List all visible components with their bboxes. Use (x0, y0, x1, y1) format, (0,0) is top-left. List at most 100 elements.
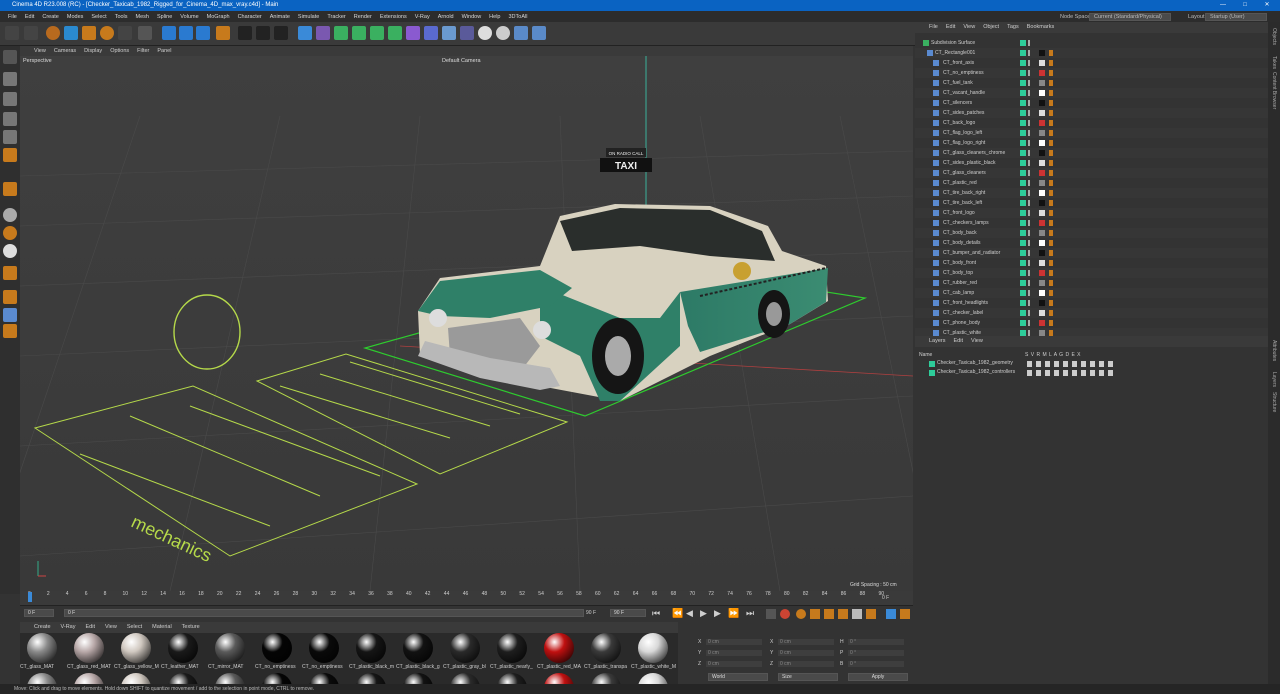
material-tag-icon[interactable] (1039, 250, 1045, 256)
visibility-dots-icon[interactable] (1028, 280, 1030, 286)
uvw-tag-icon[interactable] (1049, 60, 1053, 66)
polygons-mode-icon[interactable] (3, 148, 17, 162)
layer-color-icon[interactable] (1020, 200, 1026, 206)
material-tag-icon[interactable] (1039, 230, 1045, 236)
object-name[interactable]: CT_sides_patches (943, 108, 984, 118)
layer-color-icon[interactable] (1020, 60, 1026, 66)
uvw-tag-icon[interactable] (1049, 180, 1053, 186)
material-swatch[interactable]: CT_glass_yellow_M (114, 633, 159, 670)
material-tag-icon[interactable] (1039, 50, 1045, 56)
material-swatch[interactable]: CT_plastic_white_M (631, 633, 676, 670)
field-icon[interactable] (424, 26, 438, 40)
object-name[interactable]: CT_checker_label (943, 308, 983, 318)
object-row[interactable]: CT_sides_patches (915, 108, 1268, 118)
mat-menu-texture[interactable]: Texture (182, 622, 200, 633)
uvw-tag-icon[interactable] (1049, 260, 1053, 266)
move-icon[interactable] (64, 26, 78, 40)
layer-color-icon[interactable] (1020, 100, 1026, 106)
object-name[interactable]: CT_tire_back_right (943, 188, 985, 198)
go-to-start-icon[interactable]: ⏮ (652, 608, 660, 619)
menu-help[interactable]: Help (485, 14, 504, 20)
menu-vray[interactable]: V-Ray (411, 14, 434, 20)
visibility-dots-icon[interactable] (1028, 190, 1030, 196)
viewport-camera-label[interactable]: Default Camera (442, 58, 481, 64)
coord-value-field[interactable]: 0 cm (778, 639, 834, 645)
layer-color-icon[interactable] (1020, 280, 1026, 286)
material-tag-icon[interactable] (1039, 130, 1045, 136)
viewport-menu-view[interactable]: View (34, 46, 46, 56)
menu-render[interactable]: Render (350, 14, 376, 20)
material-swatch[interactable]: CT_leather_MAT (161, 633, 205, 670)
3d-viewport[interactable]: mechanics ON RADIO CALL TAXI Perspective… (20, 56, 913, 591)
material-preview-icon[interactable] (356, 673, 386, 684)
menu-edit[interactable]: Edit (21, 14, 38, 20)
go-to-end-icon[interactable]: ⏭ (746, 608, 754, 619)
layer-color-icon[interactable] (1020, 250, 1026, 256)
material-swatch[interactable]: CT_plastic_black_m (349, 633, 394, 670)
object-row[interactable]: CT_rubber_red (915, 278, 1268, 288)
material-tag-icon[interactable] (1039, 310, 1045, 316)
deformer-icon[interactable] (406, 26, 420, 40)
mograph-icon[interactable] (388, 26, 402, 40)
material-swatch[interactable]: CT_no_emptiness (302, 633, 346, 670)
visibility-dots-icon[interactable] (1028, 290, 1030, 296)
cloner-icon[interactable] (370, 26, 384, 40)
material-swatch[interactable]: CT_mirror_MAT (208, 633, 252, 670)
layer-color-icon[interactable] (1020, 320, 1026, 326)
material-tag-icon[interactable] (1039, 220, 1045, 226)
layer-flags[interactable] (1027, 370, 1113, 376)
menu-modes[interactable]: Modes (63, 14, 88, 20)
uvw-tag-icon[interactable] (1049, 130, 1053, 136)
visibility-dots-icon[interactable] (1028, 300, 1030, 306)
obj-menu-object[interactable]: Object (983, 22, 999, 33)
layer-color-icon[interactable] (1020, 130, 1026, 136)
object-row[interactable]: CT_back_logo (915, 118, 1268, 128)
visibility-dots-icon[interactable] (1028, 150, 1030, 156)
menu-mesh[interactable]: Mesh (132, 14, 153, 20)
layer-color-icon[interactable] (1020, 240, 1026, 246)
material-preview-icon[interactable] (74, 673, 104, 684)
undo-icon[interactable] (5, 26, 19, 40)
object-name[interactable]: CT_plastic_white (943, 328, 981, 336)
visibility-dots-icon[interactable] (1028, 110, 1030, 116)
object-name[interactable]: CT_cab_lamp (943, 288, 974, 298)
visibility-dots-icon[interactable] (1028, 270, 1030, 276)
object-name[interactable]: CT_phone_body (943, 318, 980, 328)
material-tag-icon[interactable] (1039, 240, 1045, 246)
menu-mograph[interactable]: MoGraph (203, 14, 234, 20)
object-name[interactable]: CT_rubber_red (943, 278, 977, 288)
material-tag-icon[interactable] (1039, 90, 1045, 96)
menu-spline[interactable]: Spline (153, 14, 176, 20)
object-row[interactable]: CT_Rectangle001 (915, 48, 1268, 58)
layer-color-icon[interactable] (1020, 220, 1026, 226)
uvw-tag-icon[interactable] (1049, 120, 1053, 126)
menu-simulate[interactable]: Simulate (294, 14, 323, 20)
object-row[interactable]: CT_tire_back_left (915, 198, 1268, 208)
coordinate-system-icon[interactable] (216, 26, 230, 40)
material-preview-icon[interactable] (121, 673, 151, 684)
layout-select[interactable]: Startup (User) (1205, 12, 1267, 21)
object-row[interactable]: CT_bumper_and_radiator (915, 248, 1268, 258)
render-picture-viewer-icon[interactable] (256, 26, 270, 40)
uvw-tag-icon[interactable] (1049, 170, 1053, 176)
object-name[interactable]: CT_Rectangle001 (935, 48, 975, 58)
layer-menu-layers[interactable]: Layers (929, 336, 946, 347)
viewport-menu-cameras[interactable]: Cameras (54, 46, 76, 56)
uvw-tag-icon[interactable] (1049, 250, 1053, 256)
material-preview-icon[interactable] (27, 673, 57, 684)
uvw-tag-icon[interactable] (1049, 70, 1053, 76)
object-row[interactable]: CT_checker_label (915, 308, 1268, 318)
record-icon[interactable] (780, 609, 790, 619)
render-settings-icon[interactable] (274, 26, 288, 40)
redo-icon[interactable] (24, 26, 38, 40)
material-tag-icon[interactable] (1039, 180, 1045, 186)
material-preview-icon[interactable] (168, 673, 198, 684)
object-row[interactable]: CT_glass_cleaners (915, 168, 1268, 178)
uvw-tag-icon[interactable] (1049, 90, 1053, 96)
material-tag-icon[interactable] (1039, 290, 1045, 296)
object-row[interactable]: CT_vacant_handle (915, 88, 1268, 98)
subdivision-icon[interactable] (334, 26, 348, 40)
timeline-playhead[interactable] (28, 592, 32, 602)
pen-icon[interactable] (316, 26, 330, 40)
visibility-dots-icon[interactable] (1028, 230, 1030, 236)
